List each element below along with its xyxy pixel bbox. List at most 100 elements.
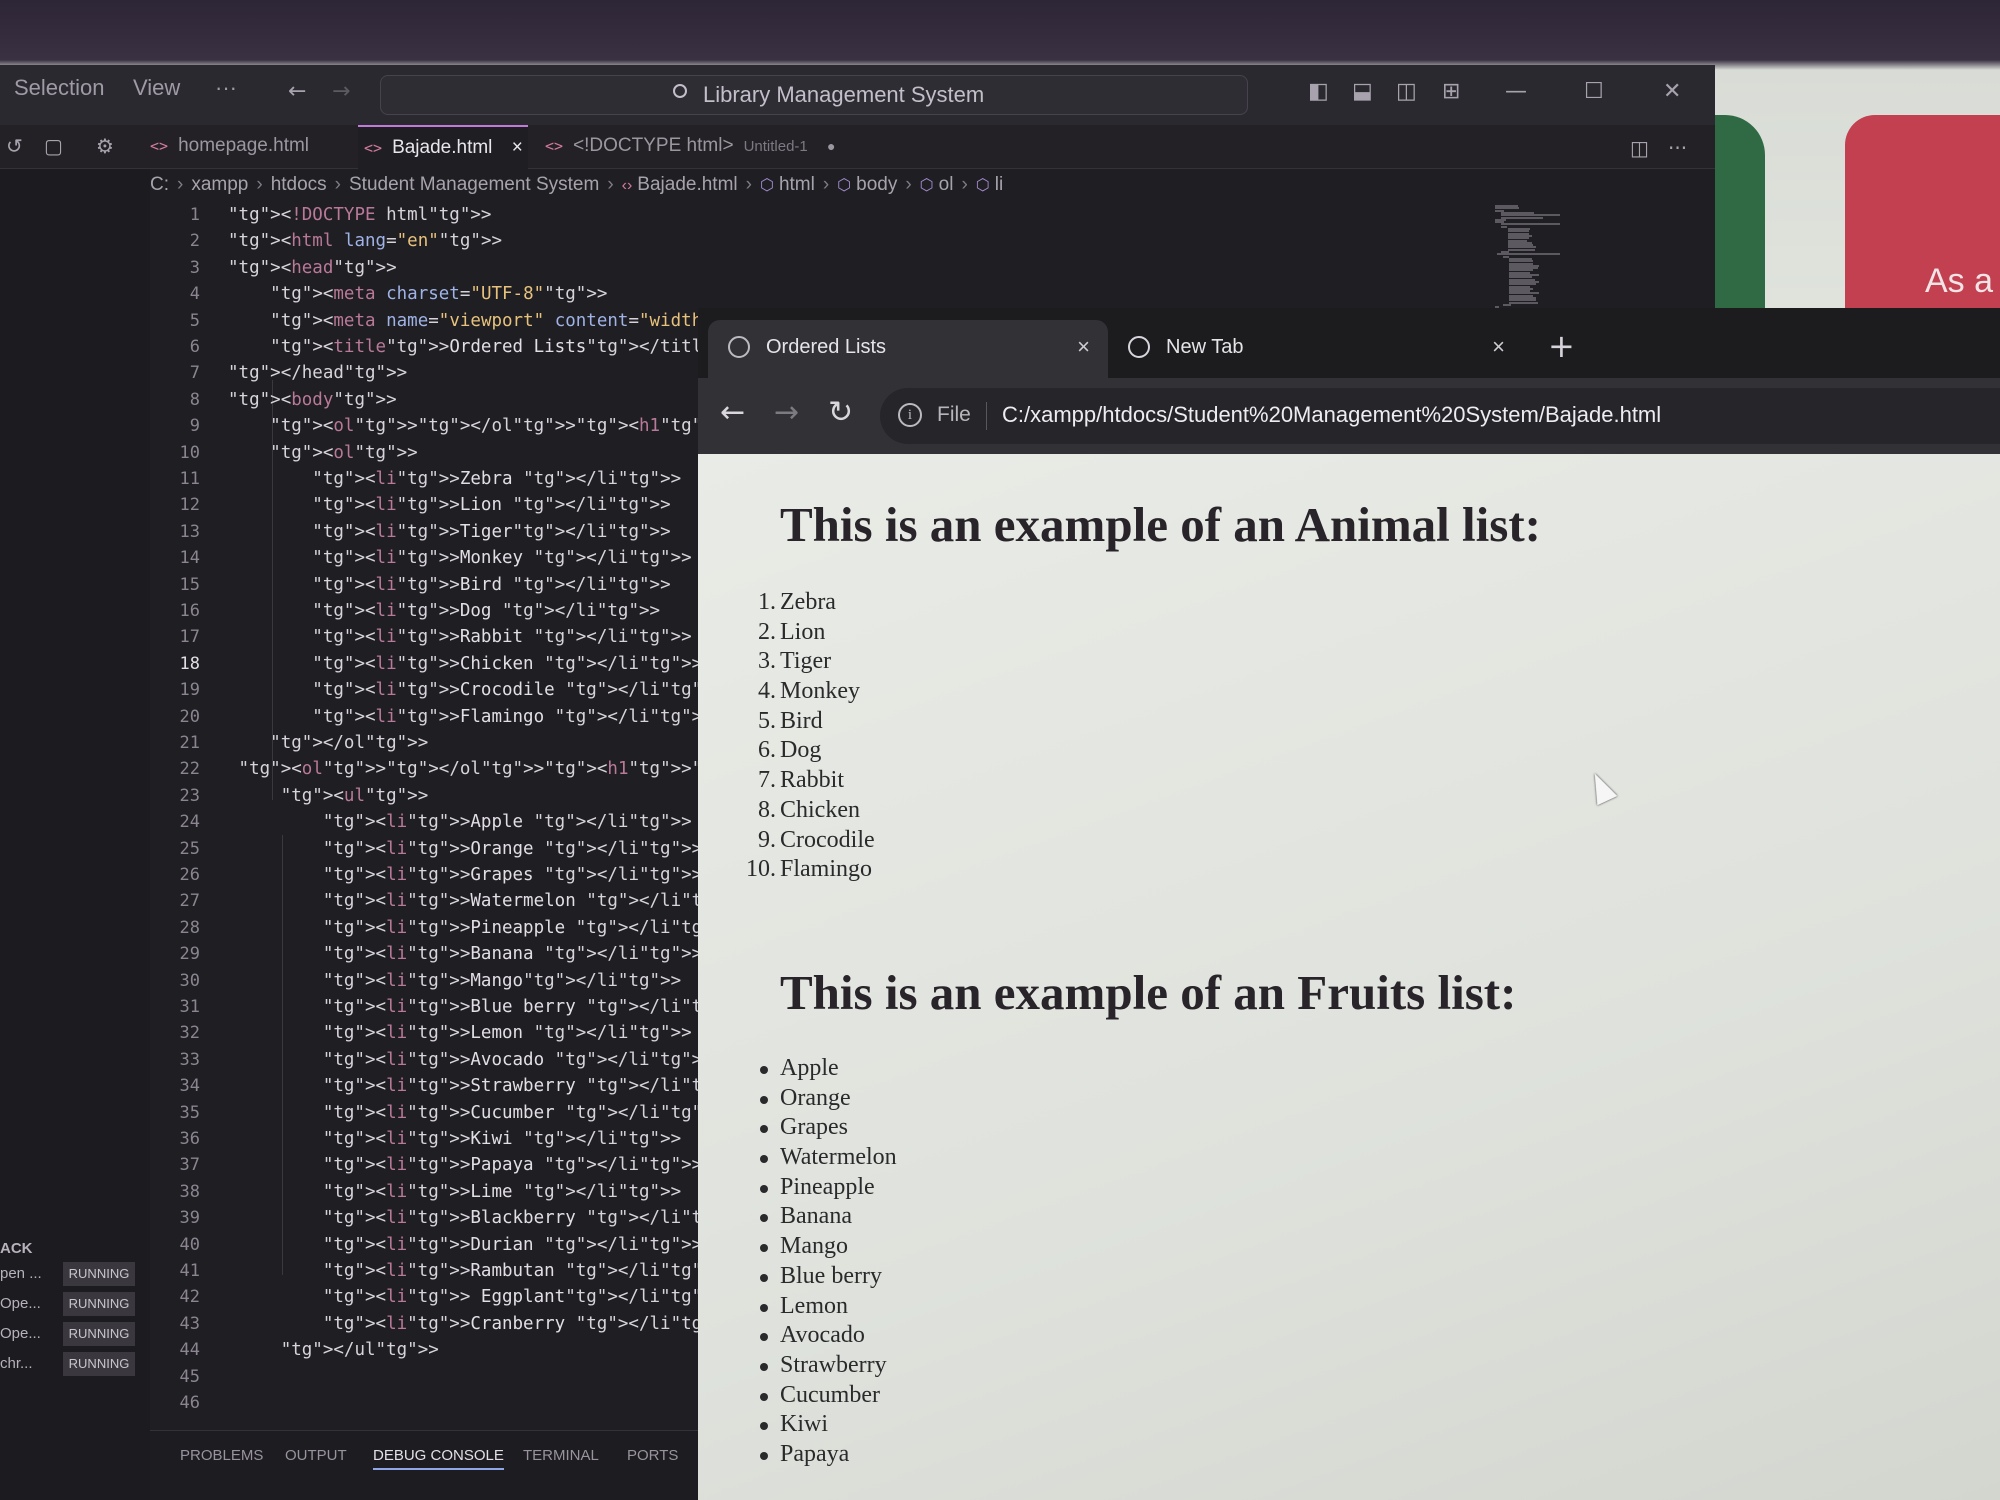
menu-view[interactable]: View — [133, 75, 180, 101]
forward-arrow-icon[interactable]: → — [332, 79, 350, 105]
more-actions-icon[interactable]: ··· — [1668, 135, 1687, 161]
code-line[interactable]: "tg"><li"tg">>Tiger"tg"></li"tg">> — [228, 522, 670, 542]
code-line[interactable]: "tg"><li"tg">>Rambutan "tg"></li"tg">> — [228, 1261, 698, 1281]
code-line[interactable]: "tg"></ul"tg">> — [228, 1340, 439, 1360]
call-stack-item[interactable]: Ope... RUNNING — [0, 1292, 150, 1318]
code-line[interactable]: "tg"><li"tg">>Durian "tg"></li"tg">> — [228, 1235, 698, 1255]
code-editor[interactable]: "tg"><!DOCTYPE html"tg">> "tg"><html lang… — [228, 205, 698, 1455]
code-line[interactable]: "tg"><li"tg">>Rabbit "tg"></li"tg">> — [228, 627, 691, 647]
code-line[interactable]: "tg"><li"tg">>Cucumber "tg"></li"tg">> — [228, 1103, 698, 1123]
code-line[interactable]: "tg"><li"tg">>Banana "tg"></li"tg">> — [228, 944, 698, 964]
reload-icon[interactable]: ↻ — [828, 396, 853, 430]
code-line[interactable]: "tg"><meta name="viewport" content="widt… — [228, 311, 698, 331]
code-line[interactable]: "tg"><li"tg">>Blackberry "tg"></li"tg">> — [228, 1208, 698, 1228]
breadcrumb-item[interactable]: html — [779, 174, 815, 195]
code-line[interactable]: "tg"><li"tg">>Mango"tg"></li"tg">> — [228, 971, 681, 991]
code-line[interactable]: "tg"><li"tg">>Avocado "tg"></li"tg">> — [228, 1050, 698, 1070]
animal-list-item: 8. Chicken — [758, 796, 875, 826]
close-window-icon[interactable]: ✕ — [1663, 79, 1681, 105]
code-line[interactable]: "tg"><li"tg">>Lemon "tg"></li"tg">> — [228, 1023, 692, 1043]
code-line[interactable]: "tg"><li"tg">>Strawberry "tg"></li"tg">> — [228, 1076, 698, 1096]
tab-close-icon[interactable]: × — [512, 137, 523, 158]
command-center-search[interactable]: Library Management System — [380, 75, 1248, 115]
code-line[interactable]: "tg"></head"tg">> — [228, 363, 407, 383]
customize-layout-icon[interactable]: ⊞ — [1442, 79, 1460, 105]
menu-more[interactable]: ··· — [215, 75, 237, 101]
code-line[interactable]: "tg"><li"tg">>Watermelon "tg"></li"tg">> — [228, 891, 698, 911]
breadcrumb-item[interactable]: Bajade.html — [637, 174, 737, 195]
code-line[interactable]: "tg"><li"tg">>Lion "tg"></li"tg">> — [228, 495, 670, 515]
code-line[interactable]: "tg"><li"tg">>Blue berry "tg"></li"tg">> — [228, 997, 698, 1017]
code-line[interactable]: "tg"><li"tg">> Eggplant"tg"></li"tg">> — [228, 1287, 698, 1307]
minimap[interactable] — [1495, 205, 1625, 315]
tab-ports[interactable]: PORTS — [627, 1447, 678, 1464]
code-line[interactable]: "tg"><li"tg">>Cranberry "tg"></li"tg">> — [228, 1314, 698, 1334]
forward-arrow-icon[interactable]: → — [774, 396, 799, 430]
code-line[interactable]: "tg"><title"tg">>Ordered Lists"tg"></tit… — [228, 337, 698, 357]
code-line[interactable]: "tg"><ol"tg">>"tg"></ol"tg">>"tg"><h1"tg… — [228, 416, 698, 436]
breadcrumb-item[interactable]: xampp — [191, 174, 248, 195]
code-line[interactable]: "tg"><li"tg">>Flamingo "tg"></li"tg">> — [228, 707, 698, 727]
toggle-panel-icon[interactable]: ⬓ — [1352, 79, 1373, 105]
split-editor-icon[interactable]: ◫ — [1630, 135, 1649, 161]
tab-output[interactable]: OUTPUT — [285, 1447, 347, 1464]
back-arrow-icon[interactable]: ← — [720, 396, 745, 430]
breadcrumb-item[interactable]: li — [995, 174, 1003, 195]
code-line[interactable]: "tg"><li"tg">>Papaya "tg"></li"tg">> — [228, 1155, 698, 1175]
code-line[interactable]: "tg"><meta charset="UTF-8""tg">> — [228, 284, 607, 304]
code-line[interactable]: "tg"><ol"tg">> — [228, 443, 418, 463]
code-line[interactable]: "tg"><li"tg">>Crocodile "tg"></li"tg">> — [228, 680, 698, 700]
code-line[interactable]: "tg"><ul"tg">> — [228, 786, 429, 806]
tab-debug-console[interactable]: DEBUG CONSOLE — [373, 1447, 504, 1470]
line-number: 13 — [179, 521, 200, 542]
code-line[interactable]: "tg"><li"tg">>Pineapple "tg"></li"tg">> — [228, 918, 698, 938]
back-arrow-icon[interactable]: ← — [288, 79, 306, 105]
call-stack-item[interactable]: pen ... RUNNING — [0, 1262, 150, 1288]
code-line[interactable]: "tg"><html lang="en""tg">> — [228, 231, 502, 251]
tab-terminal[interactable]: TERMINAL — [523, 1447, 599, 1464]
breadcrumb-item[interactable]: Student Management System — [349, 174, 599, 195]
breadcrumb-item[interactable]: body — [856, 174, 897, 195]
breadcrumb-item[interactable]: htdocs — [271, 174, 327, 195]
code-line[interactable]: "tg"><li"tg">>Chicken "tg"></li"tg">> — [228, 654, 698, 674]
call-stack-item[interactable]: Ope... RUNNING — [0, 1322, 150, 1348]
code-line[interactable]: "tg"></ol"tg">> — [228, 733, 428, 753]
code-line[interactable]: "tg"><li"tg">>Grapes "tg"></li"tg">> — [228, 865, 698, 885]
code-line[interactable]: "tg"><li"tg">>Dog "tg"></li"tg">> — [228, 601, 660, 621]
gear-icon[interactable]: ⚙ — [96, 133, 114, 159]
code-line[interactable]: "tg"><head"tg">> — [228, 258, 397, 278]
address-bar[interactable]: i File C:/xampp/htdocs/Student%20Managem… — [880, 388, 2000, 444]
square-icon[interactable]: ▢ — [44, 133, 63, 159]
code-line[interactable]: "tg"><li"tg">>Lime "tg"></li"tg">> — [228, 1182, 681, 1202]
close-tab-icon[interactable]: × — [1077, 334, 1090, 360]
toggle-secondary-sidebar-icon[interactable]: ◫ — [1396, 79, 1417, 105]
breadcrumb-item[interactable]: C: — [150, 174, 169, 195]
close-tab-icon[interactable]: × — [1492, 334, 1505, 360]
toggle-primary-sidebar-icon[interactable]: ◧ — [1308, 79, 1329, 105]
code-line[interactable]: "tg"><body"tg">> — [228, 390, 397, 410]
fruit-list-item: Cucumber — [760, 1381, 897, 1411]
tab-homepage[interactable]: <> homepage.html — [150, 125, 355, 169]
code-line[interactable]: "tg"><li"tg">>Monkey "tg"></li"tg">> — [228, 548, 691, 568]
code-line[interactable]: "tg"><li"tg">>Orange "tg"></li"tg">> — [228, 839, 698, 859]
tab-bajade[interactable]: <> Bajade.html × — [358, 125, 528, 169]
call-stack-item[interactable]: chr... RUNNING — [0, 1352, 150, 1378]
code-line[interactable]: "tg"><li"tg">>Bird "tg"></li"tg">> — [228, 575, 670, 595]
undo-icon[interactable]: ↺ — [6, 133, 23, 159]
code-line[interactable]: "tg"><ol"tg">>"tg"></ol"tg">>"tg"><h1"tg… — [228, 759, 698, 779]
code-line[interactable]: "tg"><li"tg">>Apple "tg"></li"tg">> — [228, 812, 692, 832]
browser-tab-ordered-lists[interactable]: Ordered Lists × — [708, 320, 1108, 378]
code-line[interactable]: "tg"><!DOCTYPE html"tg">> — [228, 205, 491, 225]
info-icon[interactable]: i — [898, 403, 922, 427]
code-line[interactable]: "tg"><li"tg">>Zebra "tg"></li"tg">> — [228, 469, 681, 489]
minimize-icon[interactable]: — — [1505, 79, 1527, 105]
browser-tab-new-tab[interactable]: New Tab × — [1108, 320, 1523, 378]
tab-problems[interactable]: PROBLEMS — [180, 1447, 263, 1464]
maximize-icon[interactable]: ☐ — [1584, 79, 1604, 105]
tab-untitled[interactable]: <> <!DOCTYPE html> Untitled-1 ● — [545, 125, 845, 169]
breadcrumb-item[interactable]: ol — [939, 174, 954, 195]
new-tab-button[interactable]: + — [1548, 330, 1575, 362]
menu-selection[interactable]: Selection — [14, 75, 105, 101]
minimap-line — [1501, 225, 1508, 228]
code-line[interactable]: "tg"><li"tg">>Kiwi "tg"></li"tg">> — [228, 1129, 681, 1149]
